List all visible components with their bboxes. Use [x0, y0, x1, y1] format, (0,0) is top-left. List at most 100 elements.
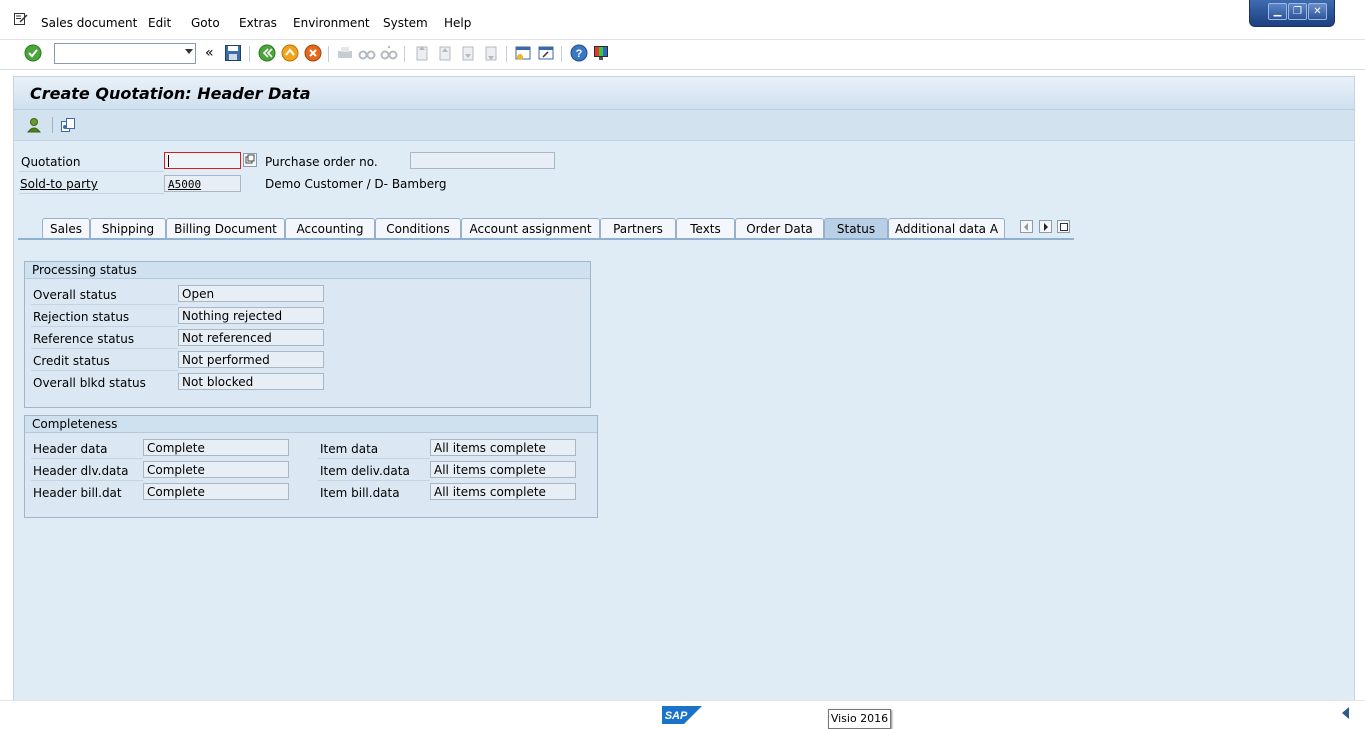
processing-status-title: Processing status [25, 262, 590, 279]
svg-text:SAP: SAP [665, 710, 688, 722]
tab-partners[interactable]: Partners [600, 218, 676, 238]
quotation-input[interactable] [164, 152, 241, 169]
sold-to-party-input[interactable]: A5000 [164, 175, 241, 192]
title-bar: Create Quotation: Header Data [14, 77, 1354, 110]
menu-icon[interactable] [14, 13, 28, 25]
rejection-status-label: Rejection status [33, 310, 130, 324]
menu-bar: Sales document Edit Goto Extras Environm… [0, 0, 1365, 40]
header-dlv-data-label: Header dlv.data [33, 464, 129, 478]
overall-blocked-status-value: Not blocked [182, 375, 254, 389]
header-data-field[interactable]: Complete [143, 439, 289, 456]
standard-toolbar: « ? [0, 40, 1365, 70]
overall-status-value: Open [182, 287, 215, 301]
tab-status[interactable]: Status [824, 218, 888, 238]
tab-order-data[interactable]: Order Data [735, 218, 824, 238]
credit-status-value: Not performed [182, 353, 270, 367]
tab-shipping[interactable]: Shipping [90, 218, 166, 238]
page-title: Create Quotation: Header Data [30, 84, 311, 103]
close-window-button[interactable]: ✕ [1308, 3, 1327, 20]
header-dlv-data-field[interactable]: Complete [143, 461, 289, 478]
menu-help[interactable]: Help [444, 16, 471, 30]
exit-icon[interactable] [281, 44, 299, 62]
menu-sales-document[interactable]: Sales document [41, 16, 137, 30]
reference-status-field[interactable]: Not referenced [178, 329, 324, 346]
header-bill-dat-field[interactable]: Complete [143, 483, 289, 500]
status-bar: SAP Visio 2016 [0, 700, 1365, 729]
find-next-icon [380, 46, 398, 60]
sap-logo: SAP [662, 706, 702, 724]
restore-button[interactable]: ❐ [1288, 3, 1307, 20]
item-deliv-data-label: Item deliv.data [320, 464, 410, 478]
print-icon [338, 47, 352, 58]
sold-to-party-description: Demo Customer / D- Bamberg [265, 177, 447, 191]
minimize-button[interactable]: ▁ [1268, 3, 1287, 20]
tab-list-button[interactable] [1057, 220, 1070, 233]
sold-to-party-label[interactable]: Sold-to party [20, 177, 98, 191]
back-icon[interactable] [258, 44, 276, 62]
header-data-value: Complete [147, 441, 205, 455]
completeness-title: Completeness [25, 416, 597, 433]
tab-sales[interactable]: Sales [42, 218, 90, 238]
reference-status-value: Not referenced [182, 331, 272, 345]
rejection-status-field[interactable]: Nothing rejected [178, 307, 324, 324]
cancel-icon[interactable] [304, 44, 322, 62]
person-icon[interactable] [26, 117, 42, 133]
menu-goto[interactable]: Goto [191, 16, 220, 30]
main-screen: Create Quotation: Header Data Quotation … [13, 76, 1355, 701]
history-back-icon[interactable]: « [205, 45, 214, 61]
overall-status-field[interactable]: Open [178, 285, 324, 302]
credit-status-label: Credit status [33, 354, 110, 368]
previous-page-icon [439, 46, 451, 61]
save-icon[interactable] [224, 44, 242, 62]
document-flow-icon[interactable] [60, 117, 76, 133]
application-toolbar [14, 110, 1354, 141]
chevron-down-icon[interactable] [185, 49, 193, 54]
status-expand-icon[interactable] [1342, 707, 1349, 719]
tab-texts[interactable]: Texts [676, 218, 735, 238]
menu-system[interactable]: System [383, 16, 428, 30]
find-icon [358, 50, 376, 60]
sold-to-party-value: A5000 [168, 178, 202, 191]
purchase-order-input[interactable] [410, 152, 555, 169]
help-icon[interactable]: ? [570, 44, 588, 62]
customize-layout-icon[interactable] [592, 44, 610, 62]
item-data-value: All items complete [434, 441, 546, 455]
credit-status-field[interactable]: Not performed [178, 351, 324, 368]
purchase-order-label: Purchase order no. [265, 155, 378, 169]
tab-billing-document[interactable]: Billing Document [166, 218, 285, 238]
item-bill-data-value: All items complete [434, 485, 546, 499]
item-data-field[interactable]: All items complete [430, 439, 576, 456]
overall-status-label: Overall status [33, 288, 117, 302]
item-deliv-data-value: All items complete [434, 463, 546, 477]
menu-edit[interactable]: Edit [148, 16, 171, 30]
enter-checkmark-icon[interactable] [24, 44, 42, 62]
item-data-label: Item data [320, 442, 379, 456]
header-dlv-data-value: Complete [147, 463, 205, 477]
menu-environment[interactable]: Environment [293, 16, 370, 30]
menu-extras[interactable]: Extras [239, 16, 277, 30]
command-field[interactable] [54, 43, 196, 64]
tab-additional-data-a[interactable]: Additional data A [888, 218, 1005, 238]
header-data-label: Header data [33, 442, 108, 456]
overall-blocked-status-label: Overall blkd status [33, 376, 146, 390]
processing-status-group: Processing status Overall status Open Re… [24, 261, 591, 408]
header-bill-dat-label: Header bill.dat [33, 486, 122, 500]
last-page-icon [485, 46, 497, 61]
svg-text:?: ? [576, 48, 583, 60]
item-deliv-data-field[interactable]: All items complete [430, 461, 576, 478]
item-bill-data-field[interactable]: All items complete [430, 483, 576, 500]
rejection-status-value: Nothing rejected [182, 309, 283, 323]
multiple-selection-icon[interactable] [243, 153, 257, 167]
tab-scroll-right-button[interactable] [1039, 220, 1052, 233]
tab-strip-line [18, 238, 1074, 240]
shortcut-icon[interactable] [537, 44, 555, 62]
tab-conditions[interactable]: Conditions [375, 218, 461, 238]
tab-account-assignment[interactable]: Account assignment [461, 218, 600, 238]
new-session-icon[interactable] [514, 44, 532, 62]
overall-blocked-status-field[interactable]: Not blocked [178, 373, 324, 390]
tab-scroll-left-button[interactable] [1020, 220, 1033, 233]
window-controls: ▁ ❐ ✕ [1249, 0, 1335, 27]
tab-accounting[interactable]: Accounting [285, 218, 375, 238]
tooltip: Visio 2016 [828, 709, 891, 729]
first-page-icon [416, 46, 428, 61]
